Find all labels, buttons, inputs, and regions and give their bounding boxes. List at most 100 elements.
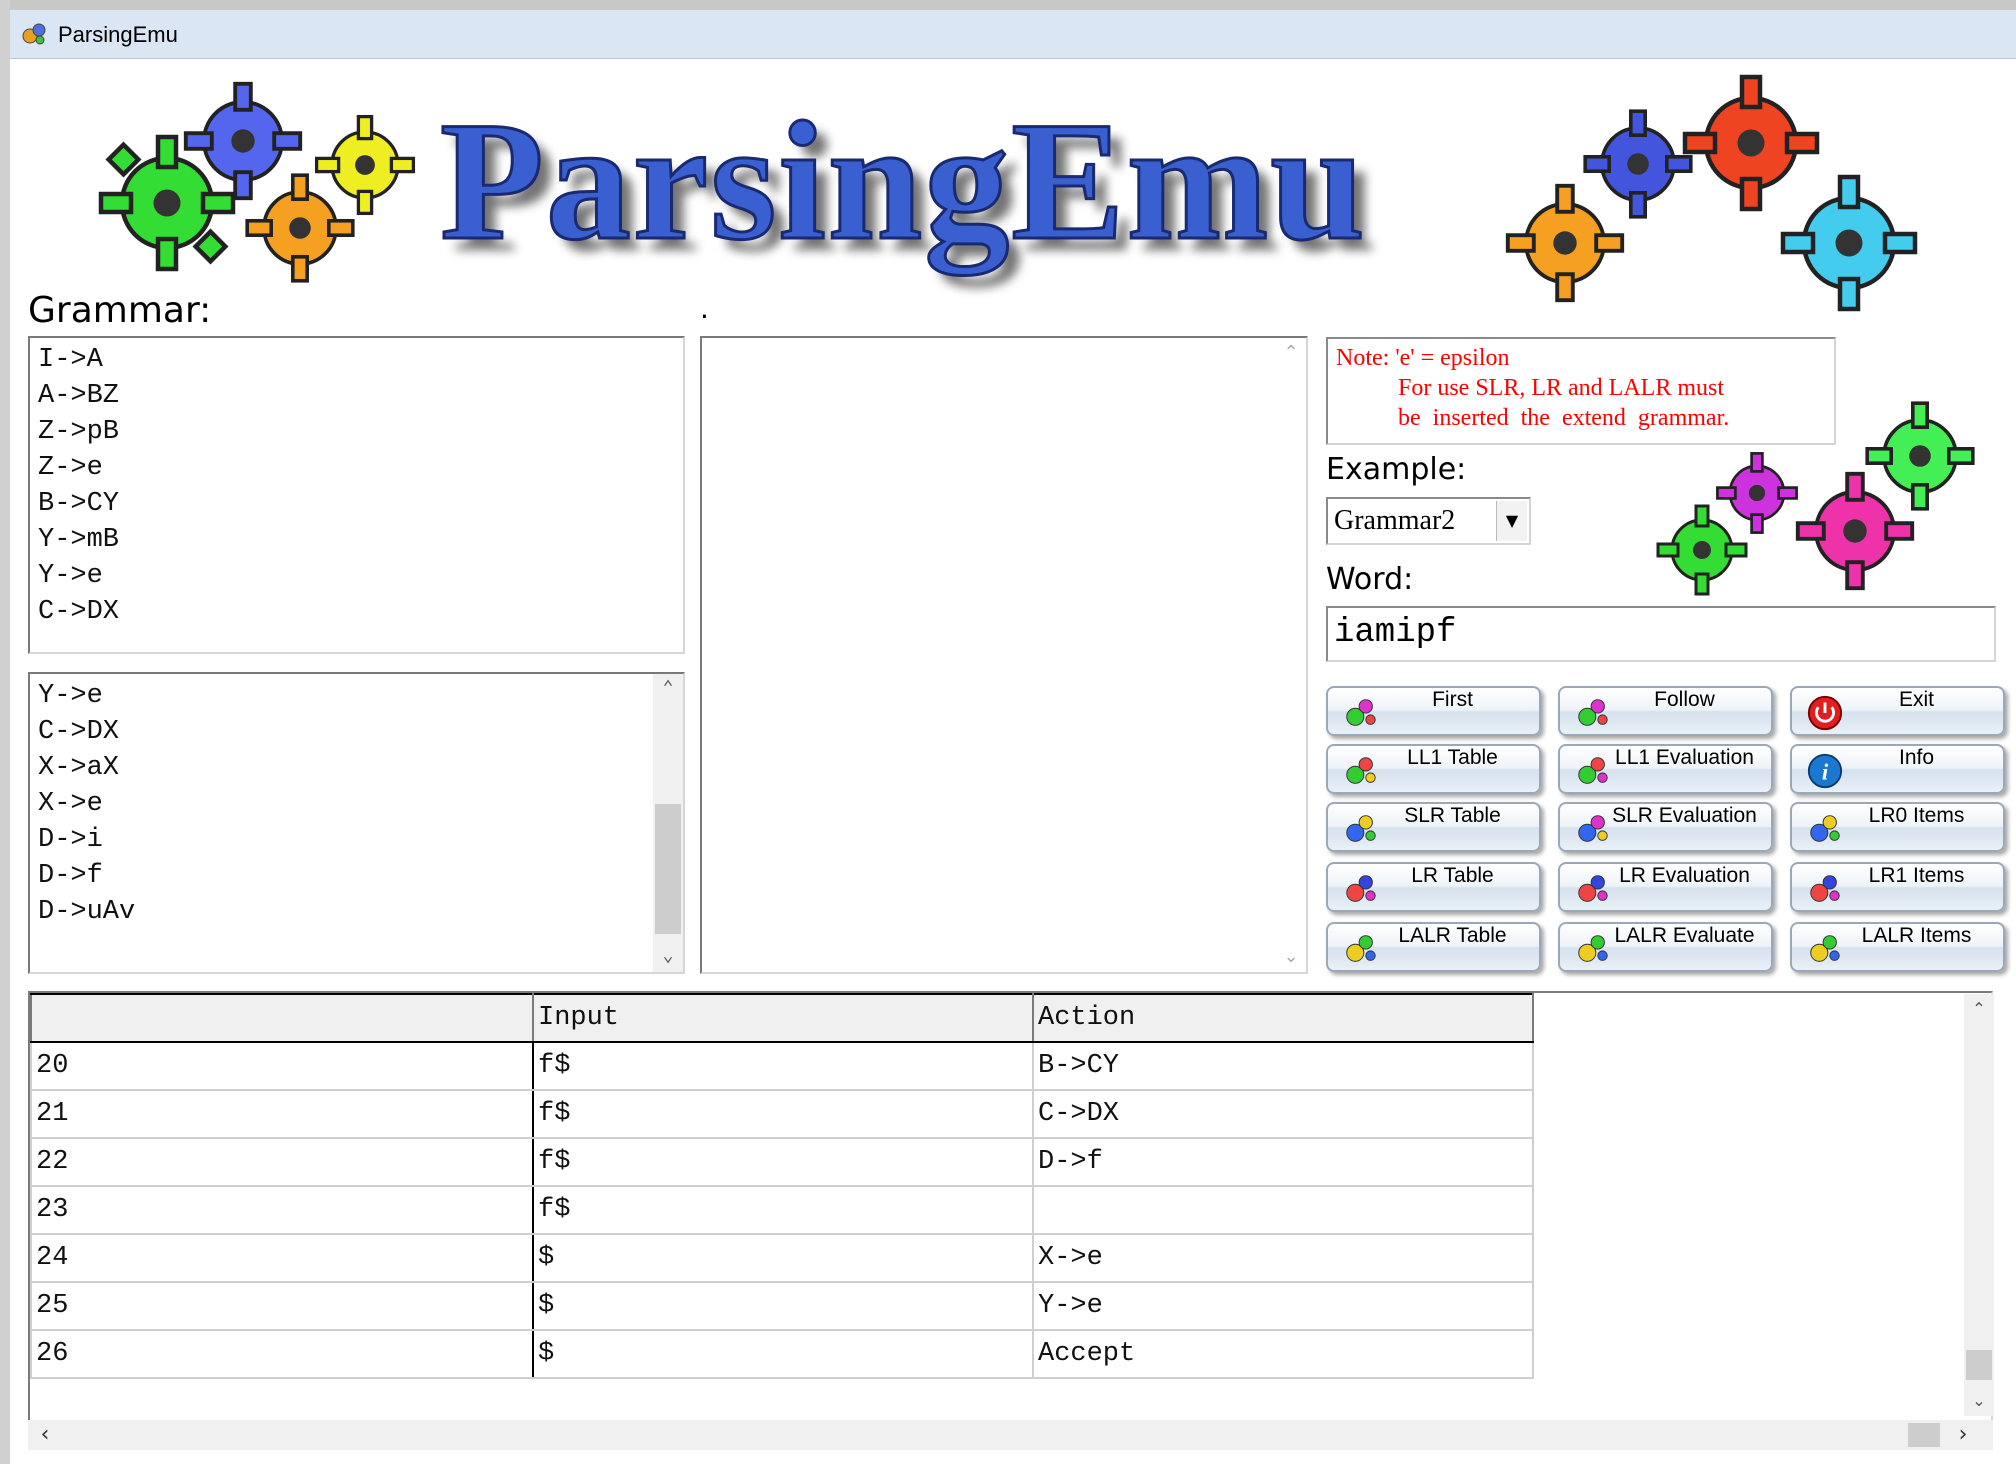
slr-evaluation-button[interactable]: SLR Evaluation — [1558, 802, 1773, 852]
scroll-up-icon[interactable]: ⌃ — [1964, 994, 1994, 1024]
grammar-list[interactable]: Y->e C->DX X->aX X->e D->i D->f D->uAv ⌃… — [28, 672, 685, 974]
action-cell[interactable]: D->f — [1032, 1137, 1534, 1187]
slr-table-button[interactable]: SLR Table — [1326, 802, 1541, 852]
word-input[interactable]: iamipf — [1326, 606, 1996, 662]
input-cell[interactable]: f$ — [532, 1137, 1034, 1187]
grammar-list-scrollbar[interactable]: ⌃ ⌄ — [653, 674, 683, 972]
lalr-items-button[interactable]: LALR Items — [1790, 922, 2005, 972]
scroll-down-icon[interactable]: ⌄ — [653, 942, 683, 972]
follow-button[interactable]: Follow — [1558, 686, 1773, 736]
grammar-rule: Z->pB — [38, 417, 120, 447]
first-button[interactable]: First — [1326, 686, 1541, 736]
button-label: Exit — [1898, 688, 1934, 711]
grammar-rule: A->BZ — [38, 381, 120, 411]
lalr-table-button[interactable]: LALR Table — [1326, 922, 1541, 972]
info-button[interactable]: i Info — [1790, 744, 2005, 794]
input-cell[interactable]: f$ — [532, 1041, 1034, 1091]
scrollbar-thumb[interactable] — [655, 804, 681, 934]
scroll-up-icon[interactable]: ⌃ — [653, 674, 683, 704]
row-step-cell[interactable]: 20 — [30, 1041, 534, 1091]
column-header[interactable] — [30, 993, 534, 1043]
table-row[interactable]: 22 f$ D->f — [30, 1137, 1534, 1187]
results-table[interactable]: Input Action 20 f$ B->CY 21 f$ C->DX 22 … — [28, 991, 1993, 1429]
table-vertical-scrollbar[interactable]: ⌃ ⌄ — [1964, 994, 1994, 1416]
input-cell[interactable]: $ — [532, 1281, 1034, 1331]
table-row[interactable]: 21 f$ C->DX — [30, 1089, 1534, 1139]
grammar-input[interactable]: I->A A->BZ Z->pB Z->e B->CY Y->mB Y->e C… — [28, 336, 685, 654]
table-row[interactable]: 25 $ Y->e — [30, 1281, 1534, 1331]
grammar-rule: D->i — [38, 825, 103, 855]
action-cell[interactable]: C->DX — [1032, 1089, 1534, 1139]
output-scrollbar[interactable]: ⌃ ⌄ — [1276, 338, 1306, 972]
scrollbar-thumb[interactable] — [1908, 1423, 1940, 1447]
exit-button[interactable]: Exit — [1790, 686, 2005, 736]
action-cell[interactable]: X->e — [1032, 1233, 1534, 1283]
action-cell[interactable] — [1032, 1185, 1534, 1235]
scroll-down-icon[interactable]: ⌄ — [1964, 1386, 1994, 1416]
epsilon-note: Note: 'e' = epsilon For use SLR, LR and … — [1326, 337, 1836, 445]
row-step-cell[interactable]: 25 — [30, 1281, 534, 1331]
input-cell[interactable]: $ — [532, 1329, 1034, 1379]
button-label: LL1 Evaluation — [1615, 746, 1754, 769]
scroll-down-icon[interactable]: ⌄ — [1276, 942, 1306, 972]
gear-icon — [314, 114, 416, 216]
gear-icon — [1716, 452, 1798, 534]
row-step-cell[interactable]: 22 — [30, 1137, 534, 1187]
button-label: LALR Evaluate — [1614, 924, 1755, 947]
row-step-cell[interactable]: 26 — [30, 1329, 534, 1379]
example-selected-value: Grammar2 — [1334, 505, 1456, 536]
button-label: SLR Evaluation — [1612, 804, 1757, 827]
grammar-label: Grammar: — [28, 290, 212, 331]
input-cell[interactable]: f$ — [532, 1089, 1034, 1139]
scroll-up-icon[interactable]: ⌃ — [1276, 338, 1306, 368]
grammar-rule: Y->mB — [38, 525, 120, 555]
table-row[interactable]: 26 $ Accept — [30, 1329, 1534, 1379]
scroll-left-icon[interactable]: ‹ — [30, 1420, 60, 1450]
row-step-cell[interactable]: 23 — [30, 1185, 534, 1235]
input-cell[interactable]: $ — [532, 1233, 1034, 1283]
row-step-cell[interactable]: 21 — [30, 1089, 534, 1139]
window-frame-top — [0, 0, 2016, 10]
grammar-rule: D->f — [38, 861, 103, 891]
grammar-rule: D->uAv — [38, 897, 136, 927]
button-label: LR1 Items — [1868, 864, 1965, 887]
table-row[interactable]: 20 f$ B->CY — [30, 1041, 1534, 1091]
action-cell[interactable]: Y->e — [1032, 1281, 1534, 1331]
title-bar[interactable]: ParsingEmu — [10, 10, 2016, 59]
table-row[interactable]: 23 f$ — [30, 1185, 1534, 1235]
row-step-cell[interactable]: 24 — [30, 1233, 534, 1283]
window-title: ParsingEmu — [58, 22, 178, 47]
lr-table-button[interactable]: LR Table — [1326, 862, 1541, 912]
table-horizontal-scrollbar[interactable]: ‹ › — [28, 1420, 1993, 1450]
ll1-table-button[interactable]: LL1 Table — [1326, 744, 1541, 794]
output-textarea[interactable]: ⌃ ⌄ — [700, 336, 1308, 974]
ll1-evaluation-button[interactable]: LL1 Evaluation — [1558, 744, 1773, 794]
chevron-down-icon[interactable]: ▼ — [1496, 501, 1527, 541]
action-cell[interactable]: Accept — [1032, 1329, 1534, 1379]
grammar-rule: I->A — [38, 345, 103, 375]
lr0-items-button[interactable]: LR0 Items — [1790, 802, 2005, 852]
lr1-items-button[interactable]: LR1 Items — [1790, 862, 2005, 912]
action-cell[interactable]: B->CY — [1032, 1041, 1534, 1091]
grammar-rule: B->CY — [38, 489, 120, 519]
example-select[interactable]: Grammar2 ▼ — [1326, 497, 1531, 545]
input-cell[interactable]: f$ — [532, 1185, 1034, 1235]
note-line: be inserted the extend grammar. — [1398, 405, 1730, 431]
column-header[interactable]: Input — [532, 993, 1034, 1043]
button-label: LL1 Table — [1407, 746, 1498, 769]
word-label: Word: — [1326, 562, 1414, 597]
note-line: For use SLR, LR and LALR must — [1398, 375, 1725, 401]
scrollbar-thumb[interactable] — [1966, 1350, 1992, 1380]
table-header-row: Input Action — [30, 993, 1534, 1043]
button-label: LALR Table — [1398, 924, 1507, 947]
window-frame-left — [0, 0, 10, 1464]
lalr-evaluate-button[interactable]: LALR Evaluate — [1558, 922, 1773, 972]
grammar-rule: C->DX — [38, 597, 120, 627]
example-label: Example: — [1326, 452, 1467, 487]
table-row[interactable]: 24 $ X->e — [30, 1233, 1534, 1283]
grammar-rule: X->aX — [38, 753, 120, 783]
app-gears-icon — [22, 23, 46, 45]
scroll-right-icon[interactable]: › — [1948, 1420, 1978, 1450]
lr-evaluation-button[interactable]: LR Evaluation — [1558, 862, 1773, 912]
column-header[interactable]: Action — [1032, 993, 1534, 1043]
